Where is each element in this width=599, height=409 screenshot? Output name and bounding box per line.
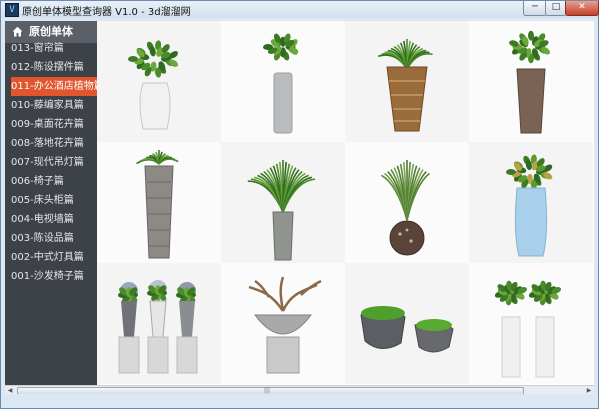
app-window: V 原创单体模型查询器 V1.0 - 3d溜溜网 ─ □ ✕ 原创单体 013-… <box>0 0 599 409</box>
thumbnail-grid <box>97 21 594 385</box>
sidebar-item[interactable]: 012-陈设摆件篇 <box>11 58 97 77</box>
thumbnail-blue-vase-plant[interactable] <box>469 142 593 263</box>
sidebar-item[interactable]: 005-床头柜篇 <box>11 191 97 210</box>
blue-vase-plant-image <box>469 142 593 263</box>
thumbnail-moss-stones[interactable] <box>345 263 469 384</box>
sidebar-item[interactable]: 007-现代吊灯篇 <box>11 153 97 172</box>
wood-vase-grass-image <box>345 21 469 142</box>
sidebar-item[interactable]: 009-桌面花卉篇 <box>11 115 97 134</box>
sidebar-item[interactable]: 006-椅子篇 <box>11 172 97 191</box>
window-title: 原创单体模型查询器 V1.0 - 3d溜溜网 <box>22 7 191 18</box>
minimize-button[interactable]: ─ <box>523 1 547 16</box>
thumbnail-brown-vase-plant[interactable] <box>469 21 593 142</box>
topiary-white-pillars-image <box>469 263 593 384</box>
brown-vase-plant-image <box>469 21 593 142</box>
scrollbar-grip: ||| <box>264 387 271 394</box>
house-icon <box>12 26 23 37</box>
moss-stones-image <box>345 263 469 384</box>
horizontal-scrollbar[interactable]: ◀ ||| ▶ <box>5 385 594 394</box>
app-icon: V <box>5 3 19 17</box>
thumbnail-driftwood-bowl[interactable] <box>221 263 345 384</box>
thumbnail-wood-vase-grass[interactable] <box>345 21 469 142</box>
textured-tall-vase-grass-image <box>97 142 221 263</box>
thumbnail-gray-cylinder-plant[interactable] <box>221 21 345 142</box>
scroll-right-arrow-icon[interactable]: ▶ <box>584 386 594 394</box>
sidebar-item[interactable]: 013-窗帘篇 <box>11 39 97 58</box>
sidebar-item[interactable]: 011-办公酒店植物篇 <box>11 77 97 96</box>
sidebar-item[interactable]: 003-陈设品篇 <box>11 229 97 248</box>
white-vase-plant-image <box>97 21 221 142</box>
thumbnail-textured-tall-vase-grass[interactable] <box>97 142 221 263</box>
thumbnail-gray-vase-palm[interactable] <box>221 142 345 263</box>
gray-vase-palm-image <box>221 142 345 263</box>
sidebar-item[interactable]: 004-电视墙篇 <box>11 210 97 229</box>
thumbnail-round-pot-palm[interactable] <box>345 142 469 263</box>
gray-cylinder-plant-image <box>221 21 345 142</box>
thumbnail-white-vase-plant[interactable] <box>97 21 221 142</box>
sidebar-item[interactable]: 008-落地花卉篇 <box>11 134 97 153</box>
sidebar-item[interactable]: 002-中式灯具篇 <box>11 248 97 267</box>
round-pot-palm-image <box>345 142 469 263</box>
thumbnail-topiary-white-pillars[interactable] <box>469 263 593 384</box>
hydrangea-pedestals-image <box>97 263 221 384</box>
sidebar-item[interactable]: 001-沙发椅子篇 <box>11 267 97 286</box>
scrollbar-thumb[interactable]: ||| <box>17 387 524 394</box>
thumbnail-hydrangea-pedestals[interactable] <box>97 263 221 384</box>
maximize-button[interactable]: □ <box>545 1 567 16</box>
client-area: 原创单体 013-窗帘篇 012-陈设摆件篇 011-办公酒店植物篇 010-藤编家具… <box>5 21 594 394</box>
driftwood-bowl-image <box>221 263 345 384</box>
title-bar[interactable]: V 原创单体模型查询器 V1.0 - 3d溜溜网 ─ □ ✕ <box>1 1 599 18</box>
close-button[interactable]: ✕ <box>565 1 599 16</box>
scroll-left-arrow-icon[interactable]: ◀ <box>5 386 15 394</box>
category-sidebar: 原创单体 013-窗帘篇 012-陈设摆件篇 011-办公酒店植物篇 010-藤编家具… <box>5 21 97 394</box>
sidebar-item[interactable]: 010-藤编家具篇 <box>11 96 97 115</box>
